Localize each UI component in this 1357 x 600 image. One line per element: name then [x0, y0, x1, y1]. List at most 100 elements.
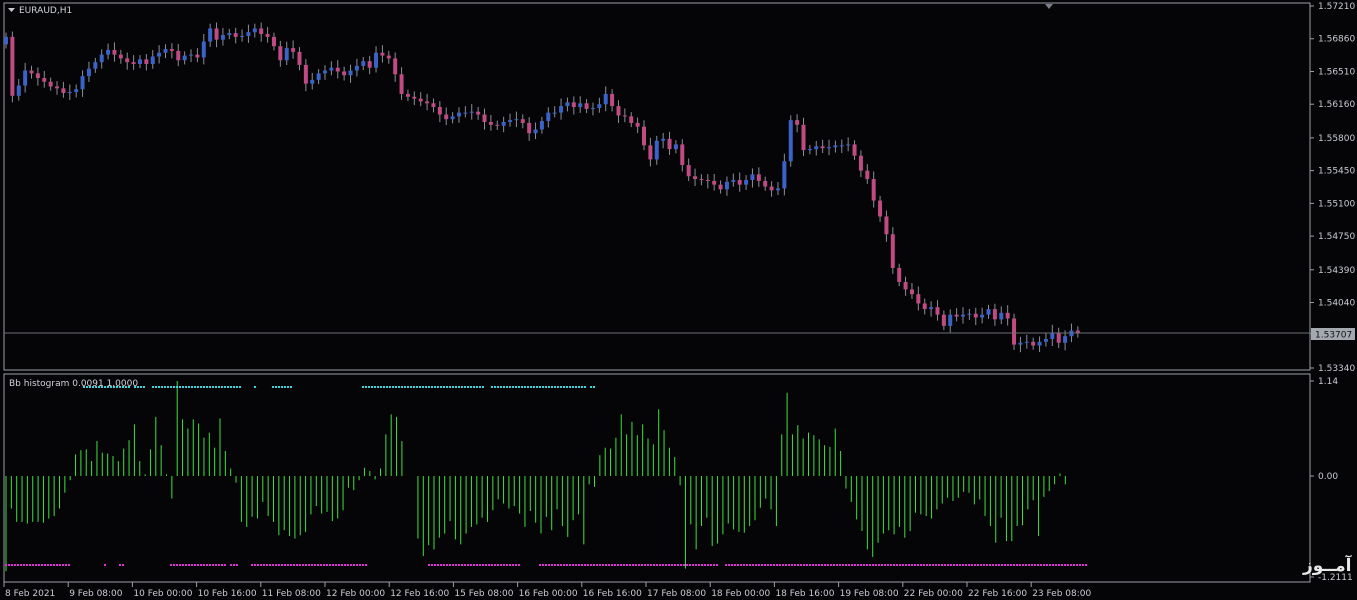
lower-dot [476, 564, 478, 566]
trading-chart[interactable]: EURAUD,H1 1.57210 1.56860 1.56510 1.56160 1.… [0, 0, 1357, 600]
lower-dot [461, 564, 463, 566]
bull-candle [16, 85, 21, 96]
upper-dot [530, 386, 532, 388]
lower-dot [446, 564, 448, 566]
upper-dot [233, 386, 235, 388]
lower-dot [770, 564, 772, 566]
upper-dot [524, 386, 526, 388]
bear-candle [48, 81, 53, 87]
upper-dot [272, 386, 274, 388]
lower-dot [956, 564, 958, 566]
lower-dot [866, 564, 868, 566]
upper-dot [227, 386, 229, 388]
bear-candle [622, 115, 627, 117]
lower-dot [698, 564, 700, 566]
upper-dot [110, 386, 112, 388]
lower-dot [836, 564, 838, 566]
bear-candle [55, 86, 60, 89]
upper-dot [518, 386, 520, 388]
lower-dot [620, 564, 622, 566]
lower-dot [218, 564, 220, 566]
lower-dot [53, 564, 55, 566]
lower-dot [281, 564, 283, 566]
bear-candle [718, 184, 723, 190]
lower-dot [266, 564, 268, 566]
lower-dot [1082, 564, 1084, 566]
lower-dot [1052, 564, 1054, 566]
upper-dot [377, 386, 379, 388]
bull-candle [137, 59, 142, 64]
lower-dot [557, 564, 559, 566]
bull-candle [316, 73, 321, 80]
lower-dot [590, 564, 592, 566]
upper-dot [281, 386, 283, 388]
symbol-title: EURAUD,H1 [19, 6, 72, 16]
lower-dot [347, 564, 349, 566]
lower-dot [257, 564, 259, 566]
lower-dot [308, 564, 310, 566]
lower-dot [494, 564, 496, 566]
lower-dot [587, 564, 589, 566]
lower-dot [38, 564, 40, 566]
upper-dot [482, 386, 484, 388]
bear-candle [890, 234, 895, 268]
bull-candle [782, 161, 787, 189]
bull-candle [546, 112, 551, 122]
lower-dot [875, 564, 877, 566]
lower-dot [935, 564, 937, 566]
upper-dot [143, 386, 145, 388]
lower-dot [737, 564, 739, 566]
lower-dot [443, 564, 445, 566]
lower-dot [341, 564, 343, 566]
lower-dot [644, 564, 646, 566]
bear-candle [367, 61, 372, 68]
upper-dot [455, 386, 457, 388]
bear-candle [214, 28, 219, 40]
upper-dot [593, 386, 595, 388]
upper-dot [101, 386, 103, 388]
lower-dot [650, 564, 652, 566]
lower-dot [911, 564, 913, 566]
lower-dot [743, 564, 745, 566]
bear-candle [642, 126, 646, 146]
upper-dot [536, 386, 538, 388]
bull-candle [814, 146, 819, 150]
lower-dot [191, 564, 193, 566]
lower-dot [791, 564, 793, 566]
lower-dot [710, 564, 712, 566]
lower-dot [1070, 564, 1072, 566]
bear-candle [495, 124, 500, 126]
lower-dot [800, 564, 802, 566]
lower-dot [353, 564, 355, 566]
lower-dot [938, 564, 940, 566]
lower-dot [734, 564, 736, 566]
upper-dot [161, 386, 163, 388]
lower-dot [653, 564, 655, 566]
bull-candle [4, 36, 8, 45]
upper-dot [407, 386, 409, 388]
lower-dot [923, 564, 925, 566]
bear-candle [176, 50, 181, 61]
lower-dot [815, 564, 817, 566]
upper-dot [167, 386, 169, 388]
lower-dot [860, 564, 862, 566]
bear-candle [405, 93, 410, 97]
lower-dot [851, 564, 853, 566]
bear-candle [897, 267, 902, 282]
upper-dot [476, 386, 478, 388]
bear-candle [680, 144, 685, 166]
lower-dot [1037, 564, 1039, 566]
time-tick-label: 22 Feb 16:00 [968, 589, 1027, 599]
upper-dot [368, 386, 370, 388]
upper-dot [404, 386, 406, 388]
bull-candle [565, 102, 570, 107]
lower-dot [998, 564, 1000, 566]
upper-dot [491, 386, 493, 388]
lower-dot [551, 564, 553, 566]
lower-dot [344, 564, 346, 566]
upper-dot [173, 386, 175, 388]
lower-dot [296, 564, 298, 566]
upper-dot [413, 386, 415, 388]
lower-dot [323, 564, 325, 566]
bear-candle [297, 51, 302, 65]
